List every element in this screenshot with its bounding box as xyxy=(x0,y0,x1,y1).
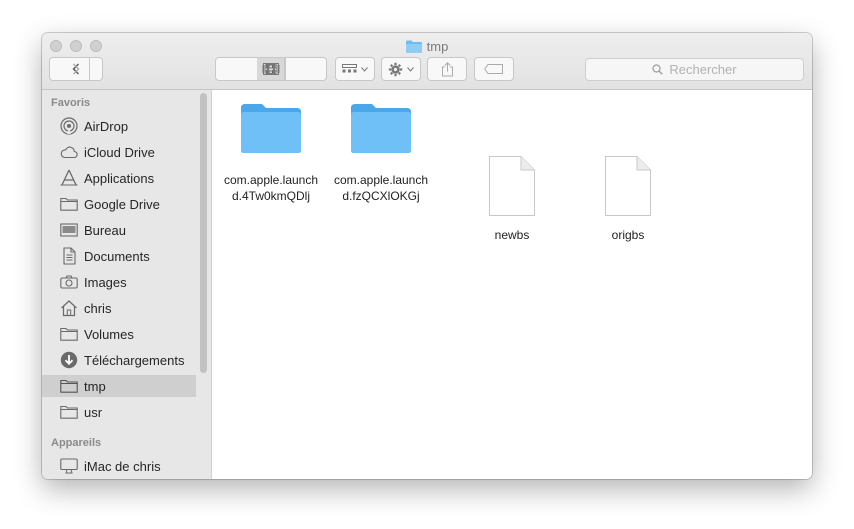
arrange-button[interactable] xyxy=(335,57,375,81)
view-mode-control xyxy=(215,57,327,81)
sidebar-item-documents[interactable]: Documents xyxy=(42,245,196,267)
sidebar-item-label: iCloud Drive xyxy=(84,144,155,160)
forward-button[interactable] xyxy=(63,58,89,80)
sidebar-item-label: tmp xyxy=(84,378,106,394)
arrange-icon xyxy=(342,63,357,72)
file-name: newbs xyxy=(494,228,530,242)
imac-icon xyxy=(60,457,78,475)
sidebar-item-images[interactable]: Images xyxy=(42,271,196,293)
documents-icon xyxy=(60,247,78,265)
sidebar-item-label: AirDrop xyxy=(84,118,129,134)
folder-icon xyxy=(405,40,422,53)
file-item[interactable]: com.apple.launch d.4Tw0kmQDlj xyxy=(216,102,326,204)
file-name-line: com.apple.launch xyxy=(333,173,429,187)
sidebar-item-usr[interactable]: usr xyxy=(42,401,196,423)
sidebar-scrollbar[interactable] xyxy=(200,93,207,373)
file-name: origbs xyxy=(611,228,645,242)
camera-icon xyxy=(60,273,78,291)
gear-icon xyxy=(388,62,403,76)
sidebar-item-tmp[interactable]: tmp xyxy=(42,375,196,397)
file-name: com.apple.launch d.fzQCXlOKGj xyxy=(326,172,436,204)
sidebar-item-label: Images xyxy=(84,274,127,290)
window-title: tmp xyxy=(42,38,812,54)
document-icon xyxy=(605,156,651,216)
download-icon xyxy=(60,351,78,369)
sidebar-item-label: Applications xyxy=(84,170,155,186)
file-name-line: com.apple.launch xyxy=(223,173,319,187)
folder-icon xyxy=(60,195,78,213)
sidebar-item-bureau[interactable]: Bureau xyxy=(42,219,196,241)
search-icon xyxy=(652,64,664,75)
sidebar-item-icloud-drive[interactable]: iCloud Drive xyxy=(42,141,196,163)
sidebar-item-label: usr xyxy=(84,404,103,420)
folder-icon xyxy=(60,325,78,343)
folder-icon xyxy=(60,403,78,421)
tag-icon xyxy=(484,64,503,74)
chevron-right-icon xyxy=(73,63,80,75)
sidebar-item-chris[interactable]: chris xyxy=(42,297,196,319)
sidebar-item-label: Bureau xyxy=(84,222,126,238)
sidebar-item-imac[interactable]: iMac de chris xyxy=(42,455,196,477)
file-item[interactable]: com.apple.launch d.fzQCXlOKGj xyxy=(326,102,436,204)
sidebar-item-volumes[interactable]: Volumes xyxy=(42,323,196,345)
sidebar-item-label: Documents xyxy=(84,248,150,264)
desktop-icon xyxy=(60,221,78,239)
chevron-down-icon xyxy=(407,66,414,72)
sidebar-item-label: iMac de chris xyxy=(84,458,161,474)
file-browser: com.apple.launch d.4Tw0kmQDlj com.apple.… xyxy=(213,90,812,479)
folder-icon xyxy=(241,104,301,153)
home-icon xyxy=(60,299,78,317)
search-field[interactable]: Rechercher xyxy=(585,58,804,81)
devices-header: Appareils xyxy=(51,437,102,449)
sidebar-item-applications[interactable]: Applications xyxy=(42,167,196,189)
sidebar-item-google-drive[interactable]: Google Drive xyxy=(42,193,196,215)
action-button[interactable] xyxy=(381,57,421,81)
cloud-icon xyxy=(60,143,78,161)
file-item[interactable]: origbs xyxy=(573,155,683,243)
sidebar-item-label: Google Drive xyxy=(84,196,160,212)
titlebar: tmp Rechercher xyxy=(42,33,812,90)
favorites-header: Favoris xyxy=(51,97,91,109)
applications-icon xyxy=(60,169,78,187)
sidebar-item-label: Volumes xyxy=(84,326,134,342)
chevron-down-icon xyxy=(361,66,368,72)
coverflow-view-icon xyxy=(262,64,280,74)
file-name: com.apple.launch d.4Tw0kmQDlj xyxy=(216,172,326,204)
file-name-line: d.fzQCXlOKGj xyxy=(342,189,420,203)
share-button[interactable] xyxy=(427,57,467,81)
search-placeholder: Rechercher xyxy=(669,62,737,77)
share-icon xyxy=(441,61,453,76)
coverflow-view-button[interactable] xyxy=(258,58,285,80)
nav-buttons xyxy=(49,57,103,81)
sidebar-item-label: Téléchargements xyxy=(84,352,185,368)
file-item[interactable]: newbs xyxy=(457,155,567,243)
document-icon xyxy=(489,156,535,216)
file-name-line: d.4Tw0kmQDlj xyxy=(231,189,311,203)
sidebar-item-airdrop[interactable]: AirDrop xyxy=(42,115,196,137)
sidebar: Favoris AirDrop iCloud Drive Application… xyxy=(42,90,212,479)
sidebar-item-label: chris xyxy=(84,300,112,316)
folder-icon xyxy=(60,377,78,395)
folder-icon xyxy=(351,104,411,153)
airdrop-icon xyxy=(60,117,78,135)
sidebar-item-telechargements[interactable]: Téléchargements xyxy=(42,349,196,371)
window-title-label: tmp xyxy=(426,38,449,54)
tags-button[interactable] xyxy=(474,57,514,81)
finder-window: tmp Rechercher Favoris AirDrop iCloud Dr… xyxy=(42,33,812,479)
